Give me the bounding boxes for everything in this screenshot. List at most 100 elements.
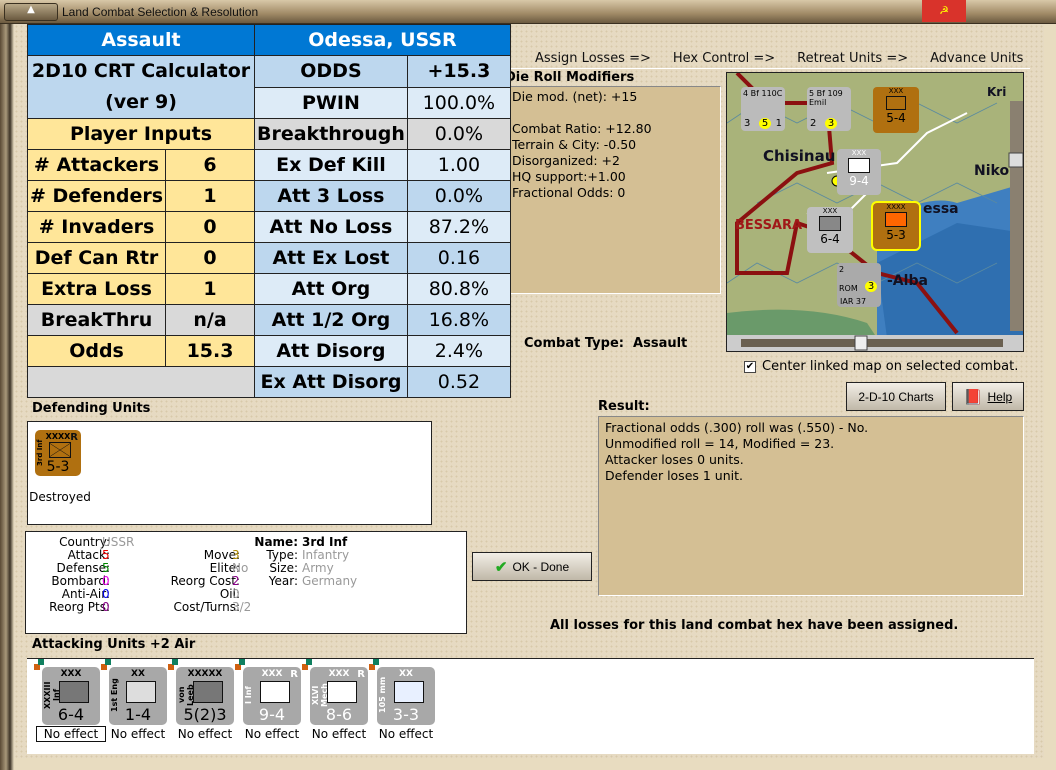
unit-type-icon [126,681,156,703]
in-value[interactable]: 1 [165,180,255,212]
ok-done-button[interactable]: ✔ OK - Done [472,552,592,581]
out-value: 2.4% [406,335,511,367]
unit-status: No effect [110,727,166,741]
combat-steps: Assign Losses => Hex Control => Retreat Un… [535,51,1045,66]
charts-button-label: 2-D-10 Charts [858,389,934,404]
out-value: 1.00 [406,149,511,181]
info-cost: 3/2 [232,600,252,614]
unit-strength: 5-3 [46,459,70,475]
air-name: IAR 37 [840,297,867,306]
out-value: 0.16 [406,242,511,274]
map-unit[interactable]: XXX 5-4 [873,87,919,133]
info-reorgpts: 0 [102,600,110,614]
drm-line: HQ support:+1.00 [512,169,626,184]
center-map-checkbox[interactable]: ✔ Center linked map on selected combat. [744,359,1018,374]
air-value: 5 [759,118,771,129]
map-label: -Alba [887,273,928,289]
unit-status: No effect [378,727,434,741]
unit-status: No effect [311,727,367,741]
unit-status: Destroyed [29,490,91,504]
reserve-badge: R [290,669,298,680]
out-label: Att Org [254,273,408,305]
map-air-unit[interactable]: 5 Bf 109 Emil 2 3 [807,87,851,131]
window-title: Land Combat Selection & Resolution [62,5,259,19]
attacking-unit[interactable]: XXXXX von Leeb 5(2)3 [176,667,234,725]
help-button[interactable]: 📕 Help [952,382,1024,411]
out-label: Att No Loss [254,211,408,243]
calc-subtitle-1: 2D10 CRT Calculator [31,60,251,82]
drm-line: Terrain & City: -0.50 [512,137,637,152]
in-label: # Attackers [26,149,167,181]
air-value: 3 [744,118,751,129]
close-button[interactable]: ☭ [922,0,966,22]
unit-status: No effect [36,726,106,742]
unit-type-icon [59,681,89,703]
in-value[interactable]: 6 [165,149,255,181]
map-unit[interactable]: XXX 6-4 [807,207,853,253]
defending-unit[interactable]: XXXX R 3rd Inf 5-3 [35,430,81,476]
map-label: essa [923,201,959,217]
out-label: ODDS [254,55,408,88]
out-label: Att Ex Lost [254,242,408,274]
map-label: Chisinau [763,147,836,165]
air-value: 3 [825,118,837,129]
in-value[interactable]: 1 [165,273,255,305]
drm-line: Disorganized: +2 [512,153,620,168]
system-menu-button[interactable]: ▲ [4,3,58,21]
unit-strength: 6-4 [57,705,85,724]
defending-units-title: Defending Units [32,401,151,416]
unit-strength: 9-4 [258,705,286,724]
out-value: +15.3 [406,55,511,88]
map-label: Kri [987,85,1007,99]
attacking-unit[interactable]: XXX R XLVI Mech 8-6 [310,667,368,725]
charts-button[interactable]: 2-D-10 Charts [846,382,946,411]
blank-cell [27,366,255,398]
status-dot [38,659,44,665]
attacking-unit[interactable]: XXX R I Inf 9-4 [243,667,301,725]
inputs-title: Player Inputs [27,118,255,150]
result-line: Defender loses 1 unit. [605,468,743,483]
calc-header-right: Odessa, USSR [254,24,511,56]
in-label: # Invaders [26,211,167,243]
infantry-icon [886,96,906,110]
die-roll-modifiers: Die mod. (net): +15 Combat Ratio: +12.80… [507,86,721,294]
attacking-unit[interactable]: XX 105 mm 3-3 [377,667,435,725]
unit-size: XXXX [886,203,906,211]
linked-map[interactable]: 4 Bf 110C 3 5 1 5 Bf 109 Emil 2 3 XXX 5-4 XXX 9-… [726,72,1024,352]
in-value: n/a [165,304,255,336]
unit-size: XXX [851,149,867,157]
losses-message: All losses for this land combat hex have… [550,618,959,633]
calc-header-left: Assault [27,24,255,56]
unit-strength: 5(2)3 [183,705,227,724]
in-value[interactable]: 0 [165,211,255,243]
unit-status: No effect [177,727,233,741]
checkmark-icon: ✔ [494,558,508,576]
step-retreat-units[interactable]: Retreat Units => [797,51,908,66]
out-label: PWIN [254,86,408,119]
unit-size: XXX [888,87,904,95]
attacking-units-title: Attacking Units +2 Air [32,637,196,652]
info-label: Reorg Pts: [49,600,110,614]
out-value: 16.8% [406,304,511,336]
step-hex-control[interactable]: Hex Control => [673,51,775,66]
info-year: Germany [302,574,358,588]
map-air-unit[interactable]: 4 Bf 110C 3 5 1 [741,87,785,131]
reserve-badge: R [70,432,78,443]
checkbox-checked-icon[interactable]: ✔ [744,360,756,373]
step-assign-losses[interactable]: Assign Losses => [535,51,651,66]
drm-spacer [512,105,716,121]
map-air-unit[interactable]: 2 ROM IAR 37 3 [837,263,881,307]
map-unit-defender[interactable]: XXXX 5-3 [871,201,921,251]
title-bar: ▲ Land Combat Selection & Resolution ☭ [0,0,1056,24]
in-value[interactable]: 0 [165,242,255,274]
divider [507,68,1030,69]
air-value: 2 [839,265,845,274]
air-value: 5 [809,89,815,98]
map-unit[interactable]: XXX 9-4 [837,149,881,195]
air-value: 4 [743,89,749,98]
step-advance-units[interactable]: Advance Units [930,51,1023,66]
air-value: 1 [775,118,782,129]
attacking-unit[interactable]: XX 1st Eng 1-4 [109,667,167,725]
result-line: Attacker loses 0 units. [605,452,744,467]
attacking-unit[interactable]: XXX XXXIII Inf 6-4 [42,667,100,725]
